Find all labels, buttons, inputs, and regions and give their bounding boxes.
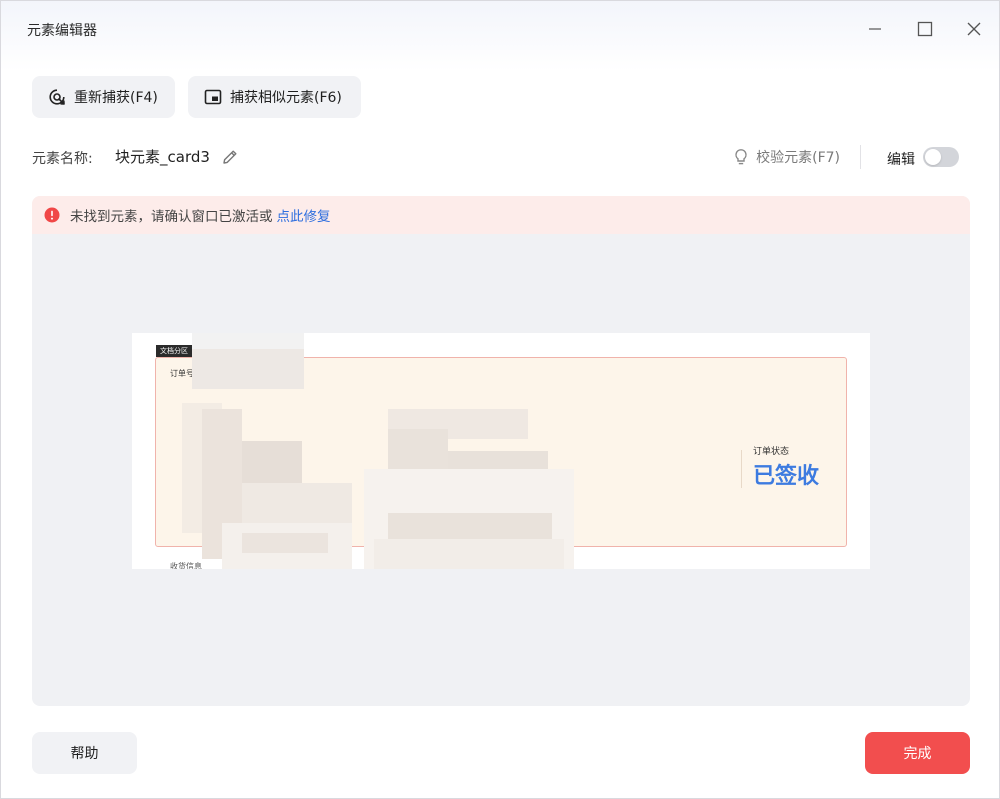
error-circle-icon [44,207,60,223]
element-preview-panel: 未找到元素，请确认窗口已激活或 点此修复 订单号 文档分区 订单状态 已签收 收… [32,196,970,706]
maximize-icon [917,21,933,37]
maximize-button[interactable] [908,13,942,45]
pencil-icon[interactable] [221,148,239,166]
minimize-button[interactable] [858,13,892,45]
help-button[interactable]: 帮助 [32,732,137,774]
close-button[interactable] [957,13,991,45]
window-title: 元素编辑器 [27,23,97,39]
order-status-label: 订单状态 [753,447,790,457]
recapture-button[interactable]: 重新捕获(F4) [32,76,175,118]
alert-message: 未找到元素，请确认窗口已激活或 [70,209,273,225]
captured-element-screenshot: 订单号 文档分区 订单状态 已签收 收货信息 [132,333,870,569]
element-editor-window: 元素编辑器 重新捕获(F4) 捕获相似元素(F6) 元素名称: 块元素_card… [0,0,1000,799]
divider [860,145,861,169]
element-name-label: 元素名称: [32,151,93,167]
blurred-content-center [364,409,574,569]
card-divider [741,450,742,488]
verify-element-button[interactable]: 校验元素(F7) [732,147,840,167]
element-name-value: 块元素_card3 [115,148,210,166]
capture-similar-label: 捕获相似元素(F6) [230,90,342,106]
edit-mode-label: 编辑 [887,152,915,168]
close-icon [967,22,981,36]
verify-element-label: 校验元素(F7) [756,150,840,166]
blurred-content-left [182,333,354,569]
capture-similar-button[interactable]: 捕获相似元素(F6) [188,76,361,118]
target-refresh-icon [48,88,66,106]
fix-link[interactable]: 点此修复 [277,205,331,225]
lightbulb-icon [732,148,750,166]
picture-in-picture-icon [204,88,222,106]
done-button[interactable]: 完成 [865,732,970,774]
element-name-row: 元素名称: 块元素_card3 校验元素(F7) 编辑 [32,145,968,169]
order-status-value: 已签收 [753,464,820,489]
title-bar: 元素编辑器 [1,1,999,57]
edit-mode-toggle[interactable] [923,147,959,167]
minimize-icon [869,28,881,30]
error-alert: 未找到元素，请确认窗口已激活或 点此修复 [32,196,970,234]
recapture-label: 重新捕获(F4) [74,90,158,106]
